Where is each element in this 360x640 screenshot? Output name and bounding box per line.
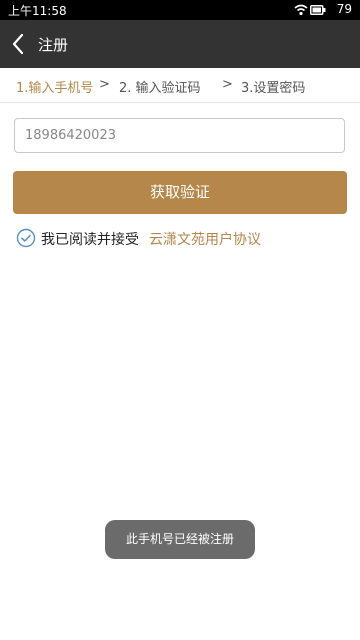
status-bar: 上午11:58 79 xyxy=(0,0,360,20)
check-circle-icon xyxy=(16,228,36,248)
agree-checkbox[interactable] xyxy=(16,228,36,248)
wifi-icon xyxy=(294,4,308,16)
phone-input[interactable] xyxy=(14,118,345,153)
user-agreement-link[interactable]: 云潇文苑用户协议 xyxy=(149,229,261,249)
step-separator: > xyxy=(99,77,110,92)
step-separator: > xyxy=(222,77,233,92)
back-chevron-icon xyxy=(12,33,24,55)
app-bar: 注册 xyxy=(0,20,360,68)
status-time: 上午11:58 xyxy=(8,4,67,18)
step-indicator: 1.输入手机号 > 2. 输入验证码 > 3.设置密码 xyxy=(0,68,360,102)
divider xyxy=(0,102,360,103)
page-title: 注册 xyxy=(38,36,69,54)
battery-level: 79 xyxy=(336,2,352,16)
back-button[interactable] xyxy=(0,20,40,68)
step-2: 2. 输入验证码 xyxy=(119,81,201,96)
battery-icon xyxy=(310,4,326,16)
toast-message: 此手机号已经被注册 xyxy=(105,520,255,559)
step-3: 3.设置密码 xyxy=(241,81,306,96)
agreement-text: 我已阅读并接受 xyxy=(41,232,139,248)
get-code-button[interactable]: 获取验证 xyxy=(13,171,347,214)
step-1-active: 1.输入手机号 xyxy=(16,81,94,96)
